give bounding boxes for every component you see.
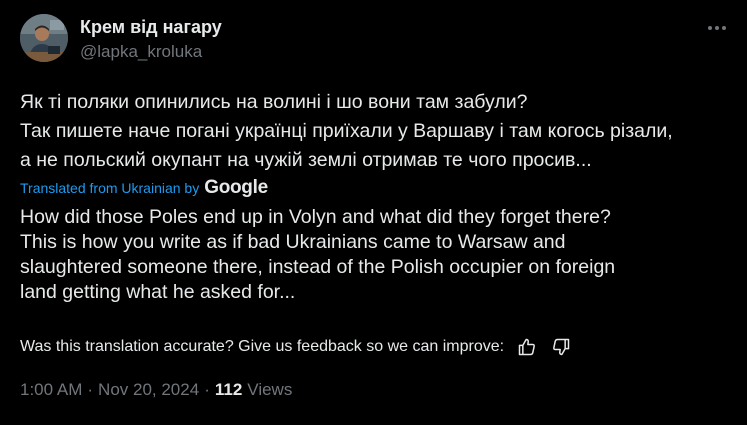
more-horizontal-icon bbox=[708, 26, 712, 30]
avatar-person-at-desk-icon bbox=[20, 14, 68, 62]
translation-attribution: Translated from Ukrainian by Google bbox=[20, 177, 268, 199]
translated-line: slaughtered someone there, instead of th… bbox=[20, 256, 616, 278]
original-line: а не польский окупант на чужій землі отр… bbox=[20, 149, 592, 171]
views-count[interactable]: 112 bbox=[215, 380, 242, 400]
avatar[interactable] bbox=[20, 14, 68, 62]
meta-separator: · bbox=[87, 380, 94, 399]
tweet-card: Крем від нагару @lapka_kroluka Як ті пол… bbox=[0, 0, 747, 425]
translated-line: land getting what he asked for... bbox=[20, 281, 296, 303]
views-label: Views bbox=[247, 380, 293, 399]
google-logo: Google bbox=[204, 177, 268, 198]
translated-tweet-text: How did those Poles end up in Volyn and … bbox=[20, 205, 730, 305]
more-options-button[interactable] bbox=[705, 16, 729, 40]
tweet-date[interactable]: Nov 20, 2024 bbox=[98, 380, 199, 400]
translated-line: How did those Poles end up in Volyn and … bbox=[20, 206, 611, 228]
original-line: Як ті поляки опинились на волині і шо во… bbox=[20, 91, 528, 113]
tweet-meta: 1:00 AM · Nov 20, 2024 · 112 Views bbox=[20, 379, 292, 401]
meta-separator: · bbox=[204, 380, 210, 399]
translated-line: This is how you write as if bad Ukrainia… bbox=[20, 231, 566, 253]
thumbs-down-button[interactable] bbox=[550, 336, 572, 358]
feedback-prompt: Was this translation accurate? Give us f… bbox=[20, 338, 505, 355]
tweet-time[interactable]: 1:00 AM bbox=[20, 380, 82, 400]
translation-feedback: Was this translation accurate? Give us f… bbox=[20, 336, 572, 358]
translated-from-link[interactable]: Translated from Ukrainian by bbox=[20, 180, 199, 196]
author-display-name[interactable]: Крем від нагару bbox=[80, 17, 222, 38]
original-tweet-text: Як ті поляки опинились на волині і шо во… bbox=[20, 88, 730, 175]
thumbs-up-button[interactable] bbox=[516, 336, 538, 358]
author-handle[interactable]: @lapka_kroluka bbox=[80, 42, 202, 62]
thumbs-up-icon bbox=[518, 338, 535, 356]
original-line: Так пишете наче погані українці приїхали… bbox=[20, 120, 673, 142]
thumbs-down-icon bbox=[553, 338, 570, 356]
